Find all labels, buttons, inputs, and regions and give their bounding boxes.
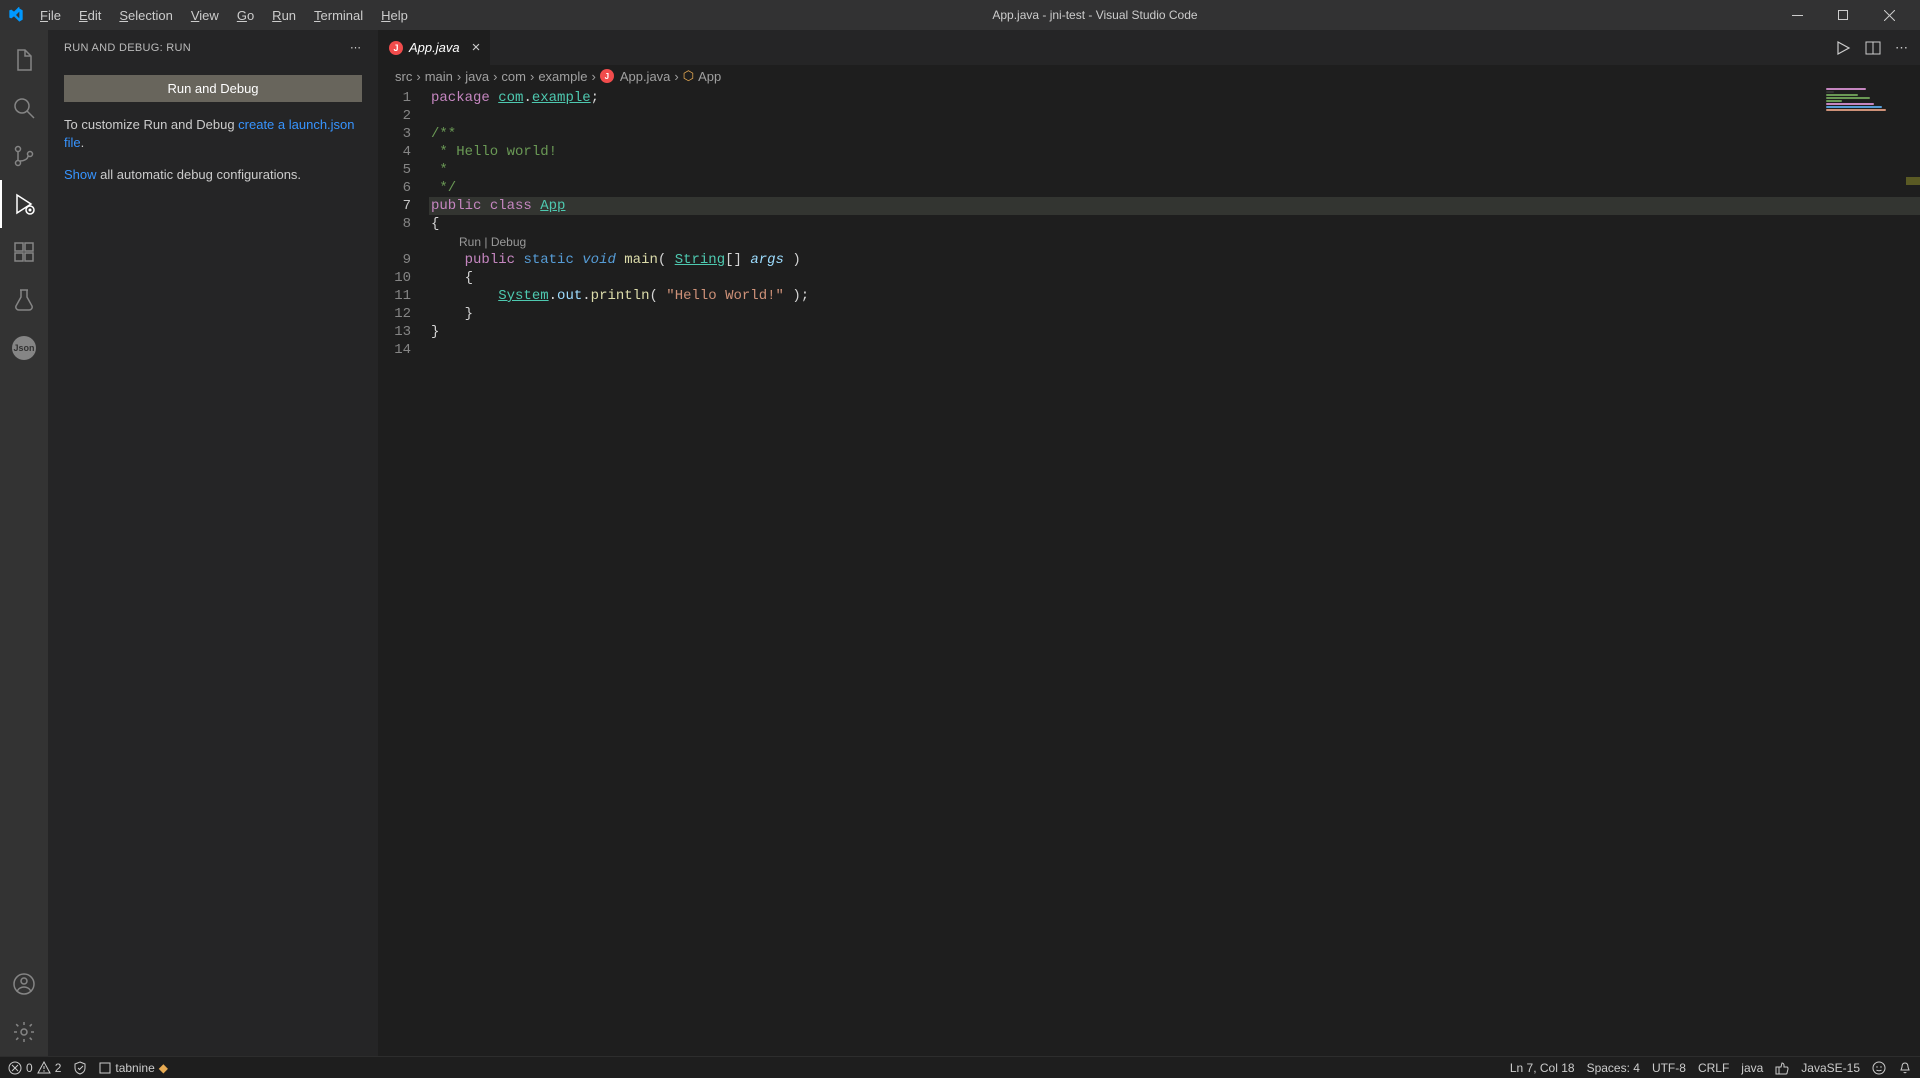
titlebar: File Edit Selection View Go Run Terminal… — [0, 0, 1920, 30]
status-feedback-icon[interactable] — [1872, 1061, 1886, 1075]
show-link[interactable]: Show — [64, 167, 97, 182]
status-lang[interactable]: java — [1741, 1061, 1763, 1075]
maximize-button[interactable] — [1820, 0, 1866, 30]
status-tabnine[interactable]: tabnine ◆ — [99, 1061, 168, 1075]
run-icon[interactable] — [1835, 40, 1851, 56]
minimize-button[interactable] — [1774, 0, 1820, 30]
status-eol[interactable]: CRLF — [1698, 1061, 1729, 1075]
menu-edit[interactable]: Edit — [71, 4, 109, 27]
class-icon: ⬡ — [683, 68, 694, 84]
editor-area: J App.java × ⋯ src› main› java› com› exa… — [378, 30, 1920, 1056]
status-problems[interactable]: 0 2 — [8, 1061, 61, 1075]
line-gutter: 1234567891011121314 — [379, 87, 429, 1056]
status-cursor-pos[interactable]: Ln 7, Col 18 — [1510, 1061, 1575, 1075]
status-encoding[interactable]: UTF-8 — [1652, 1061, 1686, 1075]
side-panel-more-icon[interactable]: ⋯ — [350, 41, 362, 54]
menu-run[interactable]: Run — [264, 4, 304, 27]
tab-close-icon[interactable]: × — [472, 39, 481, 56]
tab-bar: J App.java × ⋯ — [379, 30, 1920, 65]
split-editor-icon[interactable] — [1865, 40, 1881, 56]
status-thumbs-icon[interactable] — [1775, 1061, 1789, 1075]
side-panel-title: RUN AND DEBUG: RUN — [64, 42, 191, 54]
side-panel-header: RUN AND DEBUG: RUN ⋯ — [48, 30, 378, 65]
vscode-icon — [8, 7, 24, 23]
window-controls — [1774, 0, 1912, 30]
menu-terminal[interactable]: Terminal — [306, 4, 371, 27]
accounts-icon[interactable] — [0, 960, 48, 1008]
status-jdk[interactable]: JavaSE-15 — [1801, 1061, 1860, 1075]
testing-icon[interactable] — [0, 276, 48, 324]
window-title: App.java - jni-test - Visual Studio Code — [416, 8, 1774, 22]
status-indent[interactable]: Spaces: 4 — [1587, 1061, 1640, 1075]
menu-help[interactable]: Help — [373, 4, 416, 27]
close-button[interactable] — [1866, 0, 1912, 30]
menu-file[interactable]: File — [32, 4, 69, 27]
status-trusted[interactable] — [73, 1061, 87, 1075]
breadcrumb[interactable]: src› main› java› com› example› J App.jav… — [379, 65, 1920, 87]
customize-text: To customize Run and Debug create a laun… — [64, 116, 362, 152]
statusbar: 0 2 tabnine ◆ Ln 7, Col 18 Spaces: 4 UTF… — [0, 1056, 1920, 1078]
editor-more-icon[interactable]: ⋯ — [1895, 40, 1908, 56]
codelens[interactable]: Run | Debug — [429, 233, 1920, 251]
source-control-icon[interactable] — [0, 132, 48, 180]
explorer-icon[interactable] — [0, 36, 48, 84]
json-icon[interactable]: Json — [0, 324, 48, 372]
side-panel: RUN AND DEBUG: RUN ⋯ Run and Debug To cu… — [48, 30, 378, 1056]
menu-go[interactable]: Go — [229, 4, 262, 27]
editor-scrollbar[interactable] — [1906, 87, 1920, 1056]
extensions-icon[interactable] — [0, 228, 48, 276]
show-configs-text: Show all automatic debug configurations. — [64, 166, 362, 184]
java-file-icon: J — [600, 69, 614, 83]
settings-gear-icon[interactable] — [0, 1008, 48, 1056]
code-content[interactable]: package com.example; /** * Hello world! … — [429, 87, 1920, 1056]
activitybar: Json — [0, 30, 48, 1056]
java-error-icon: J — [389, 41, 403, 55]
tab-label: App.java — [409, 40, 460, 55]
editor-tab[interactable]: J App.java × — [379, 30, 490, 65]
status-bell-icon[interactable] — [1898, 1061, 1912, 1075]
menubar: File Edit Selection View Go Run Terminal… — [32, 4, 416, 27]
minimap[interactable] — [1826, 87, 1906, 127]
run-and-debug-button[interactable]: Run and Debug — [64, 75, 362, 102]
search-icon[interactable] — [0, 84, 48, 132]
menu-view[interactable]: View — [183, 4, 227, 27]
editor-actions: ⋯ — [1823, 30, 1920, 65]
menu-selection[interactable]: Selection — [111, 4, 180, 27]
run-debug-icon[interactable] — [0, 180, 48, 228]
text-editor[interactable]: 1234567891011121314 package com.example;… — [379, 87, 1920, 1056]
